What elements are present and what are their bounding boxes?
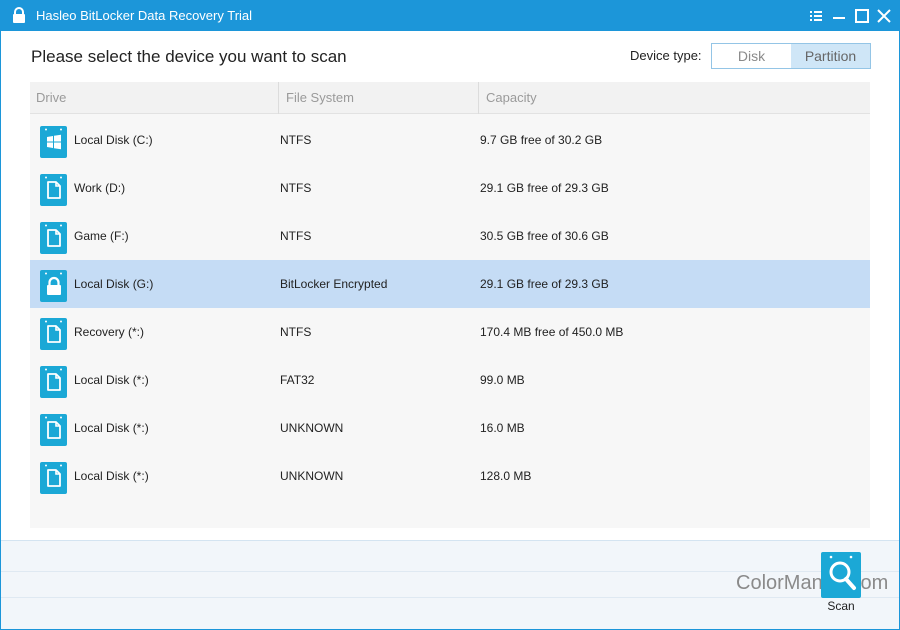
windows-drive-icon [40,126,67,158]
close-icon[interactable] [874,6,894,26]
drive-name: Game (F:) [74,229,129,243]
drive-icon [40,222,67,254]
capacity: 9.7 GB free of 30.2 GB [480,133,603,147]
drive-icon [40,414,67,446]
capacity: 128.0 MB [480,469,532,483]
table-row[interactable]: Recovery (*:) NTFS 170.4 MB free of 450.0 … [30,308,870,356]
file-system: NTFS [280,325,312,339]
capacity: 29.1 GB free of 29.3 GB [480,181,609,195]
table-row[interactable]: Local Disk (*:) FAT32 99.0 MB [30,356,870,404]
menu-icon[interactable] [806,6,826,26]
scan-button[interactable]: Scan [820,552,862,614]
title-bar: Hasleo BitLocker Data Recovery Trial [0,0,900,31]
device-table: Drive File System Capacity Local Disk (C… [30,82,870,528]
capacity: 16.0 MB [480,421,525,435]
divider [1,597,899,598]
maximize-icon[interactable] [852,6,872,26]
drive-icon [40,462,67,494]
device-type-disk-button[interactable]: Disk [712,44,791,68]
capacity: 29.1 GB free of 29.3 GB [480,277,609,291]
column-header-capacity[interactable]: Capacity [480,82,870,114]
drive-name: Recovery (*:) [74,325,145,339]
drive-name: Work (D:) [74,181,126,195]
table-row[interactable]: Work (D:) NTFS 29.1 GB free of 29.3 GB [30,164,870,212]
drive-name: Local Disk (*:) [74,421,149,435]
table-row[interactable]: Local Disk (*:) UNKNOWN 128.0 MB [30,452,870,500]
table-row[interactable]: Local Disk (G:) BitLocker Encrypted 29.1 G… [30,260,870,308]
drive-name: Local Disk (G:) [74,277,154,291]
capacity: 99.0 MB [480,373,525,387]
device-type-partition-button[interactable]: Partition [791,44,870,68]
table-row[interactable]: Local Disk (*:) UNKNOWN 16.0 MB [30,404,870,452]
column-header-drive[interactable]: Drive [30,82,279,114]
file-system: FAT32 [280,373,315,387]
drive-name: Local Disk (*:) [74,469,149,483]
table-header: Drive File System Capacity [30,82,870,114]
file-system: UNKNOWN [280,421,344,435]
file-system: NTFS [280,181,312,195]
minimize-icon[interactable] [829,6,849,26]
drive-name: Local Disk (C:) [74,133,153,147]
scan-icon [821,552,861,598]
file-system: NTFS [280,133,312,147]
drive-icon [40,174,67,206]
window-title: Hasleo BitLocker Data Recovery Trial [36,8,253,23]
capacity: 170.4 MB free of 450.0 MB [480,325,624,339]
file-system: NTFS [280,229,312,243]
drive-icon [40,318,67,350]
file-system: UNKNOWN [280,469,344,483]
scan-label: Scan [827,599,855,613]
drive-icon [40,366,67,398]
device-type-toggle: Disk Partition [711,43,871,69]
lock-icon [13,7,25,23]
file-system: BitLocker Encrypted [280,277,388,291]
table-row[interactable]: Local Disk (C:) NTFS 9.7 GB free of 30.2 G… [30,116,870,164]
capacity: 30.5 GB free of 30.6 GB [480,229,609,243]
column-header-file-system[interactable]: File System [280,82,479,114]
drive-name: Local Disk (*:) [74,373,149,387]
device-type-label: Device type: [630,48,702,63]
table-row[interactable]: Game (F:) NTFS 30.5 GB free of 30.6 GB [30,212,870,260]
watermark: ColorMango.com [736,572,889,594]
locked-drive-icon [40,270,67,302]
page-title: Please select the device you want to sca… [31,47,347,66]
